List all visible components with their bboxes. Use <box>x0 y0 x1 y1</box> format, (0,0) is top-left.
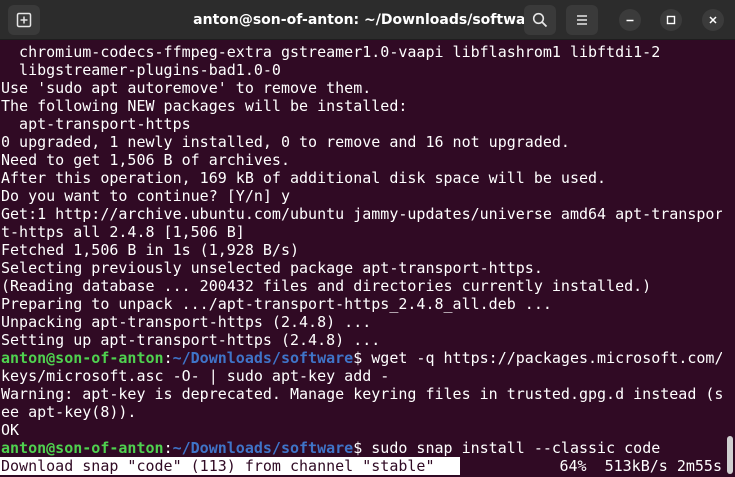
terminal-line: chromium-codecs-ffmpeg-extra gstreamer1.… <box>1 43 661 61</box>
prompt-symbol: $ <box>353 349 363 367</box>
command-text: sudo snap install --classic code <box>362 439 661 457</box>
maximize-button[interactable] <box>660 9 682 31</box>
minimize-icon <box>625 15 635 25</box>
terminal-output[interactable]: chromium-codecs-ffmpeg-extra gstreamer1.… <box>0 43 722 477</box>
progress-stats: 64% 513kB/s 2m55s <box>559 457 722 475</box>
prompt-path: ~/Downloads/software <box>172 439 354 457</box>
terminal-line: Get:1 http://archive.ubuntu.com/ubuntu j… <box>1 205 722 223</box>
terminal-line: Setting up apt-transport-https (2.4.8) .… <box>1 331 381 349</box>
terminal-line: 0 upgraded, 1 newly installed, 0 to remo… <box>1 133 570 151</box>
terminal-line: Do you want to continue? [Y/n] y <box>1 187 290 205</box>
terminal-line: Preparing to unpack .../apt-transport-ht… <box>1 295 552 313</box>
terminal-line: The following NEW packages will be insta… <box>1 97 408 115</box>
terminal-line: ee apt-key(8)). <box>1 403 137 421</box>
menu-button[interactable] <box>566 5 598 35</box>
command-text: wget -q https://packages.microsoft.com/ <box>362 349 722 367</box>
close-button[interactable] <box>702 9 724 31</box>
prompt-line: anton@son-of-anton:~/Downloads/software$… <box>0 349 722 367</box>
terminal-line: Selecting previously unselected package … <box>1 259 543 277</box>
prompt-user-host: anton@son-of-anton <box>1 349 164 367</box>
terminal-window: anton@son-of-anton: ~/Downloads/software <box>0 0 735 477</box>
new-tab-button[interactable] <box>8 5 40 35</box>
terminal-line: Warning: apt-key is deprecated. Manage k… <box>1 385 722 403</box>
prompt-separator: : <box>163 439 173 457</box>
maximize-icon <box>666 15 676 25</box>
scrollbar[interactable] <box>727 436 733 474</box>
terminal-line: Unpacking apt-transport-https (2.4.8) ..… <box>1 313 372 331</box>
search-button[interactable] <box>524 5 556 35</box>
terminal-line: Fetched 1,506 B in 1s (1,928 B/s) <box>1 241 300 259</box>
terminal-line: libgstreamer-plugins-bad1.0-0 <box>1 61 281 79</box>
terminal-line: t-https all 2.4.8 [1,506 B] <box>1 223 245 241</box>
terminal-line: After this operation, 169 kB of addition… <box>1 169 607 187</box>
terminal-line: Need to get 1,506 B of archives. <box>1 151 290 169</box>
terminal-line: keys/microsoft.asc -O- | sudo apt-key ad… <box>1 367 390 385</box>
close-icon <box>708 15 718 25</box>
hamburger-menu-icon <box>574 12 590 28</box>
download-progress: Download snap "code" (113) from channel … <box>0 457 722 475</box>
prompt-path: ~/Downloads/software <box>172 349 354 367</box>
prompt-line: anton@son-of-anton:~/Downloads/software$… <box>0 439 722 457</box>
terminal-line: apt-transport-https <box>1 115 191 133</box>
terminal-line: Use 'sudo apt autoremove' to remove them… <box>1 79 372 97</box>
terminal-line: OK <box>1 421 20 439</box>
progress-label: Download snap "code" (113) from channel … <box>0 457 460 475</box>
prompt-separator: : <box>163 349 173 367</box>
search-icon <box>532 12 548 28</box>
minimize-button[interactable] <box>619 9 641 31</box>
prompt-user-host: anton@son-of-anton <box>1 439 164 457</box>
new-tab-icon <box>16 12 32 28</box>
title-bar: anton@son-of-anton: ~/Downloads/software <box>0 0 735 40</box>
prompt-symbol: $ <box>353 439 363 457</box>
terminal-line: (Reading database ... 200432 files and d… <box>1 277 652 295</box>
